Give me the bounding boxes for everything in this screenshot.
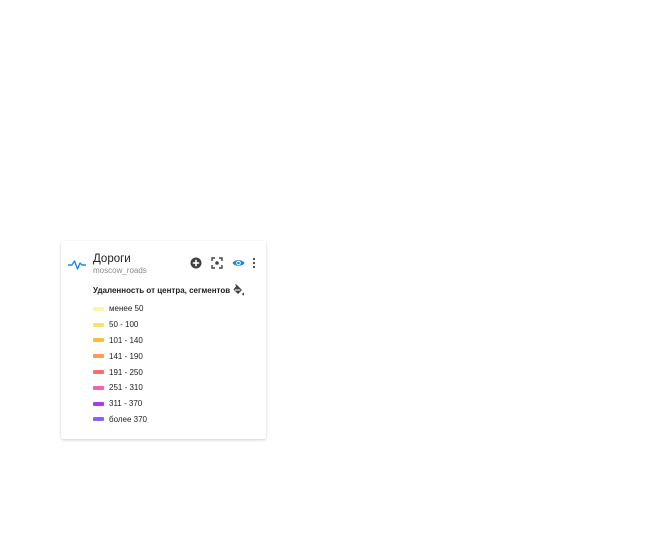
- legend-swatch: [93, 338, 104, 343]
- legend-label: 191 - 250: [109, 367, 143, 377]
- legend-label: 311 - 370: [109, 399, 143, 409]
- layer-panel: Дороги moscow_roads Удаленность от центр…: [61, 241, 266, 439]
- more-vertical-icon[interactable]: [251, 256, 257, 270]
- legend-item: 50 - 100: [93, 317, 147, 333]
- legend-item: 191 - 250: [93, 364, 147, 380]
- legend-swatch: [93, 322, 104, 327]
- legend-swatch: [93, 354, 104, 359]
- legend-label: менее 50: [109, 304, 144, 314]
- eye-icon[interactable]: [231, 256, 245, 270]
- paint-bucket-icon[interactable]: [232, 284, 245, 297]
- legend-swatch: [93, 306, 104, 311]
- layer-subtitle: moscow_roads: [93, 266, 147, 275]
- legend-swatch: [93, 385, 104, 390]
- legend-label: 101 - 140: [109, 335, 143, 345]
- legend-item: более 370: [93, 412, 147, 428]
- add-circle-icon[interactable]: [189, 256, 202, 270]
- legend-swatch: [93, 401, 104, 406]
- legend-swatch: [93, 370, 104, 375]
- legend-label: более 370: [109, 414, 147, 424]
- legend-label: 141 - 190: [109, 351, 143, 361]
- legend-swatch: [93, 417, 104, 422]
- legend-item: 251 - 310: [93, 380, 147, 396]
- legend-item: 101 - 140: [93, 333, 147, 349]
- legend-title: Удаленность от центра, сегментов: [93, 286, 231, 295]
- legend-item: 311 - 370: [93, 396, 147, 412]
- legend-label: 251 - 310: [109, 383, 143, 393]
- legend-list: менее 50 50 - 100 101 - 140 141 - 190 191 - …: [93, 301, 147, 427]
- line-layer-icon: [67, 258, 87, 270]
- legend-item: менее 50: [93, 301, 147, 317]
- legend-label: 50 - 100: [109, 320, 139, 330]
- fullscreen-focus-icon[interactable]: [210, 256, 223, 270]
- legend-item: 141 - 190: [93, 348, 147, 364]
- layer-title: Дороги: [93, 253, 131, 265]
